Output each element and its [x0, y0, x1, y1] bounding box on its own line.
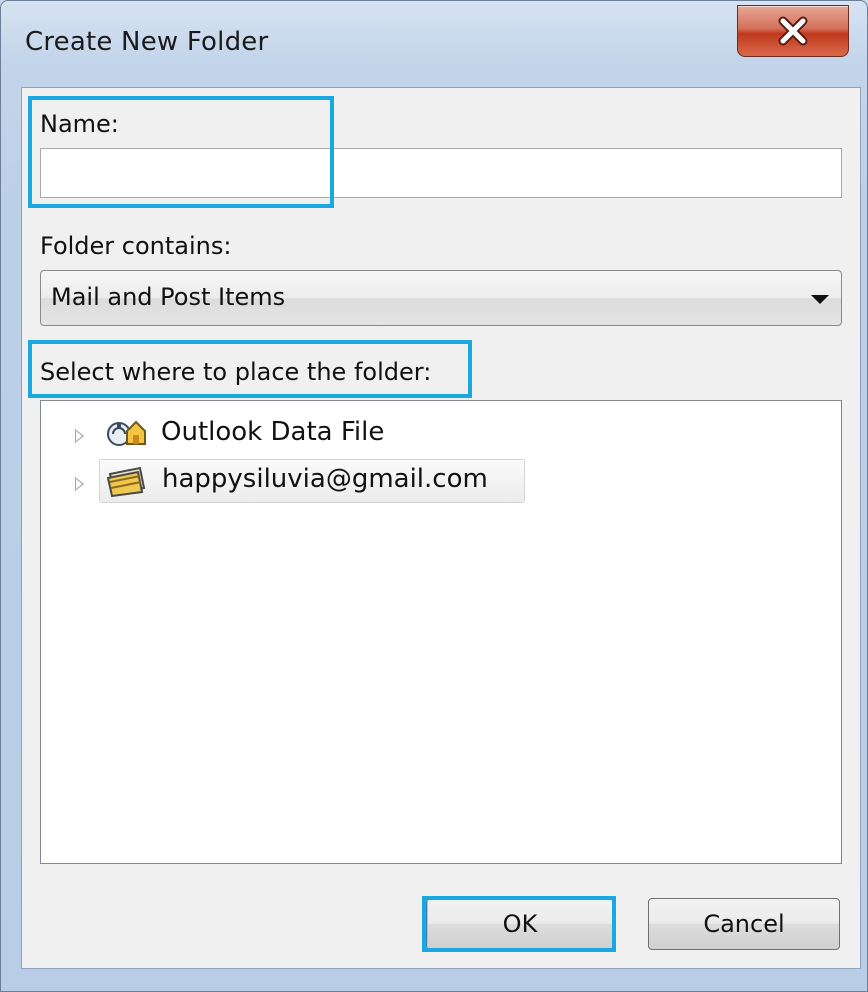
tree-item-mail-account[interactable]: happysiluvia@gmail.com — [99, 459, 525, 503]
dialog-body: Name: Folder contains: Mail and Post Ite… — [21, 87, 861, 969]
close-button[interactable] — [737, 5, 849, 57]
folder-contains-select[interactable]: Mail and Post Items — [40, 270, 842, 326]
title-bar[interactable]: Create New Folder — [1, 1, 867, 85]
location-label-highlight — [28, 340, 472, 398]
cancel-button[interactable]: Cancel — [648, 898, 840, 950]
name-field-highlight — [28, 96, 334, 208]
tree-item-label: happysiluvia@gmail.com — [162, 464, 488, 494]
tree-item-label: Outlook Data File — [161, 417, 385, 447]
dropdown-arrow-icon[interactable] — [811, 295, 829, 304]
folder-contains-value: Mail and Post Items — [51, 283, 286, 311]
tree-item-outlook-data-file[interactable]: Outlook Data File — [41, 411, 561, 455]
folder-location-tree[interactable]: Outlook Data File happysiluvia@gmail.com — [40, 400, 842, 864]
close-icon — [778, 16, 808, 46]
mail-account-icon — [106, 466, 146, 498]
expand-arrow-icon[interactable] — [75, 429, 84, 443]
ok-button-highlight — [422, 896, 616, 952]
folder-contains-label: Folder contains: — [40, 232, 232, 260]
expand-arrow-icon[interactable] — [75, 477, 84, 491]
outlook-data-file-icon — [107, 420, 146, 446]
dialog-title: Create New Folder — [25, 27, 269, 57]
